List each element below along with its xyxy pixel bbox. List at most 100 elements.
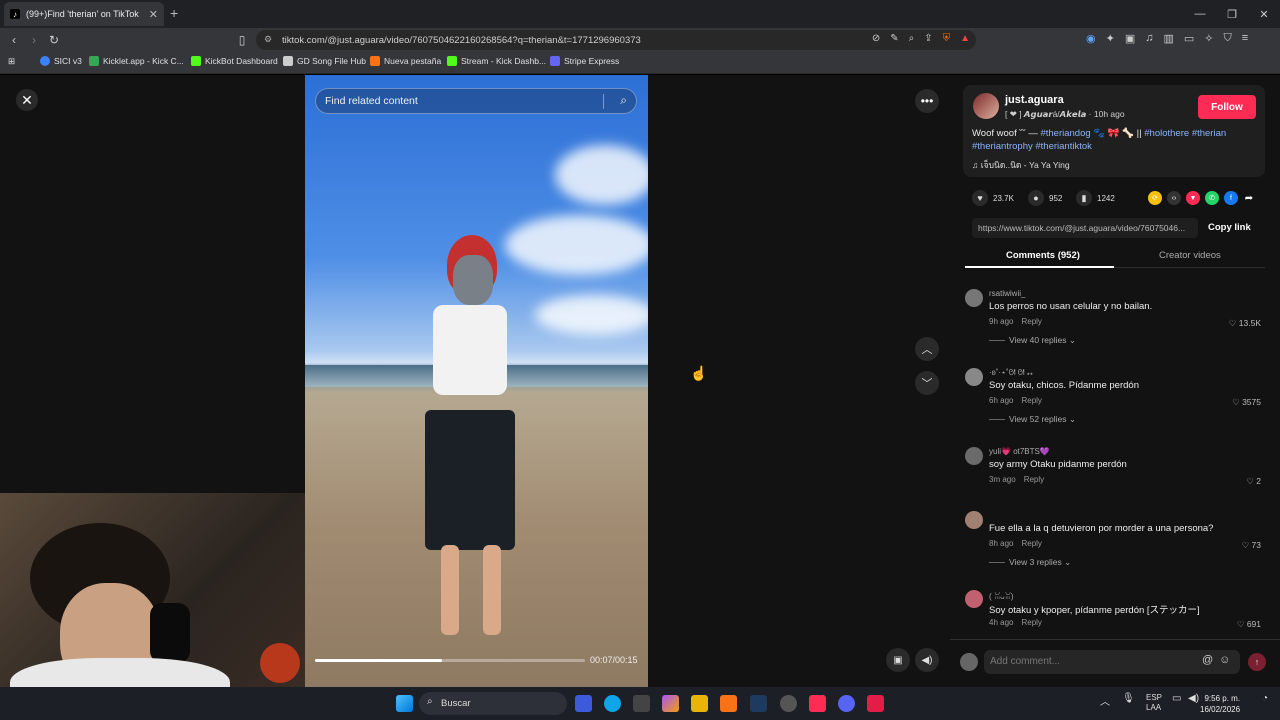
reply-button[interactable]: Reply xyxy=(1024,475,1044,484)
extensions-icon[interactable]: ✦ xyxy=(1106,32,1115,45)
comment-author[interactable]: ( ꈍᴗꈍ) xyxy=(989,590,1014,601)
taskbar-search[interactable]: ⌕ Buscar xyxy=(419,692,567,715)
video-player[interactable]: Find related content ⌕ 00:07/00:15 xyxy=(305,75,648,687)
folder-icon[interactable] xyxy=(691,695,708,712)
url-field[interactable]: ⚙ tiktok.com/@just.aguara/video/76075046… xyxy=(256,30,976,50)
tab-creator-videos[interactable]: Creator videos xyxy=(1159,250,1221,261)
bookmark-item[interactable]: SICI v3 xyxy=(40,56,82,66)
sidebar-icon[interactable]: ▥ xyxy=(1163,32,1173,45)
music-track[interactable]: ♫ เจ็บนิด..นิด - Ya Ya Ying xyxy=(972,158,1070,172)
app-icon[interactable] xyxy=(780,695,797,712)
reply-button[interactable]: Reply xyxy=(1021,539,1041,548)
comment-like[interactable]: ♡ 691 xyxy=(1237,619,1261,630)
more-share-icon[interactable]: ➦ xyxy=(1242,191,1256,205)
comment-author[interactable]: ·ʚ˚·⋆˚ᘛ ᘛ ⁎⁎ xyxy=(989,368,1033,378)
alert-icon[interactable]: ▲ xyxy=(960,33,970,44)
tiktok-icon[interactable] xyxy=(809,695,826,712)
view-replies-button[interactable]: View 40 replies ⌄ xyxy=(989,335,1076,346)
close-window-icon[interactable]: ✕ xyxy=(1248,0,1280,28)
windows-start-icon[interactable] xyxy=(396,695,413,712)
language-indicator[interactable]: ESP LAA xyxy=(1146,693,1162,713)
wallet-icon[interactable]: ▭ xyxy=(1184,32,1194,45)
store-icon[interactable] xyxy=(633,695,650,712)
comment-like[interactable]: ♡ 3575 xyxy=(1232,397,1261,408)
comment-author[interactable]: rsatiwiwii_ xyxy=(989,289,1025,298)
mention-icon[interactable]: @ xyxy=(1202,654,1213,666)
apps-icon[interactable]: ⊞ xyxy=(8,56,15,67)
tab-comments[interactable]: Comments (952) xyxy=(1006,250,1080,261)
embed-icon[interactable]: ‹› xyxy=(1167,191,1181,205)
close-tab-icon[interactable]: ✕ xyxy=(149,8,158,21)
avatar[interactable] xyxy=(965,590,983,608)
avatar[interactable] xyxy=(965,447,983,465)
comment-like[interactable]: ♡ 73 xyxy=(1242,540,1261,551)
mute-icon[interactable]: ⊘ xyxy=(872,33,880,44)
follow-button[interactable]: Follow xyxy=(1198,95,1256,119)
new-tab-button[interactable]: + xyxy=(170,5,178,21)
facebook-icon[interactable]: f xyxy=(1224,191,1238,205)
find-related-search[interactable]: Find related content ⌕ xyxy=(315,88,637,114)
save-stat[interactable]: ▮ 1242 xyxy=(1076,190,1115,206)
avatar[interactable] xyxy=(973,93,999,119)
next-video-icon[interactable]: ﹀ xyxy=(915,371,939,395)
bookmark-item[interactable]: Stripe Express xyxy=(550,56,619,66)
search-icon[interactable]: ⌕ xyxy=(620,93,627,108)
avatar[interactable] xyxy=(965,511,983,529)
audio-icon[interactable]: ◉ xyxy=(1086,32,1096,45)
speaker-icon[interactable]: ◀) xyxy=(1188,693,1199,704)
edge-icon[interactable] xyxy=(604,695,621,712)
reply-button[interactable]: Reply xyxy=(1021,317,1041,326)
mini-player-icon[interactable]: ▣ xyxy=(886,648,910,672)
comment-like[interactable]: ♡ 2 xyxy=(1246,476,1261,487)
bookmark-item[interactable]: KickBot Dashboard xyxy=(191,56,278,66)
close-video-button[interactable]: ✕ xyxy=(16,89,38,111)
vpn-icon[interactable]: ⛉ xyxy=(1224,32,1232,45)
back-icon[interactable]: ‹ xyxy=(6,32,22,48)
bookmark-item[interactable]: Nueva pestaña xyxy=(370,56,441,66)
notification-icon[interactable]: ◔ xyxy=(1262,693,1268,704)
hashtag[interactable]: #theriantrophy xyxy=(972,141,1033,152)
comment-author[interactable]: yuli💗 ot7BTS💜 xyxy=(989,447,1050,456)
whatsapp-icon[interactable]: ✆ xyxy=(1205,191,1219,205)
screenshot-icon[interactable]: ▣ xyxy=(1125,32,1135,45)
repost-icon[interactable]: ⟳ xyxy=(1148,191,1162,205)
edit-icon[interactable]: ✎ xyxy=(890,33,898,44)
send-comment-icon[interactable]: ↑ xyxy=(1248,653,1266,671)
share-link-field[interactable]: https://www.tiktok.com/@just.aguara/vide… xyxy=(972,218,1198,238)
forward-icon[interactable]: › xyxy=(26,32,42,48)
copy-link-button[interactable]: Copy link xyxy=(1208,222,1251,233)
site-info-icon[interactable]: ⚙ xyxy=(264,34,272,45)
minimize-icon[interactable]: — xyxy=(1184,0,1216,28)
app-icon[interactable] xyxy=(867,695,884,712)
bookmark-icon[interactable]: ▯ xyxy=(234,32,250,48)
ai-icon[interactable]: ✧ xyxy=(1204,32,1213,45)
hashtag[interactable]: #theriantiktok xyxy=(1035,141,1092,152)
share-icon[interactable]: ⇪ xyxy=(924,33,932,44)
bookmark-item[interactable]: Stream - Kick Dashb... xyxy=(447,56,546,66)
avatar[interactable] xyxy=(965,289,983,307)
comment-like[interactable]: ♡ 13.5K xyxy=(1229,318,1261,329)
brave-icon[interactable] xyxy=(720,695,737,712)
emoji-icon[interactable]: ☺ xyxy=(1219,654,1230,666)
copilot-icon[interactable] xyxy=(662,695,679,712)
view-replies-button[interactable]: View 3 replies ⌄ xyxy=(989,557,1071,568)
volume-icon[interactable]: ◀) xyxy=(915,648,939,672)
restore-icon[interactable]: ❐ xyxy=(1216,0,1248,28)
discord-icon[interactable] xyxy=(838,695,855,712)
chevron-up-icon[interactable]: ︿ xyxy=(1100,693,1110,708)
browser-tab[interactable]: ♪ (99+)Find 'therian' on TikTok ✕ xyxy=(4,2,164,26)
system-clock[interactable]: 9:56 p. m. 16/02/2026 xyxy=(1200,693,1240,715)
music-icon[interactable]: ♫ xyxy=(1145,32,1153,45)
hashtag[interactable]: #theriandog xyxy=(1040,128,1090,139)
bookmark-item[interactable]: GD Song File Hub xyxy=(283,56,366,66)
menu-icon[interactable]: ≡ xyxy=(1242,32,1248,45)
video-progress-bar[interactable] xyxy=(315,659,585,662)
microphone-icon[interactable]: 🎙 xyxy=(1122,693,1135,704)
hashtag[interactable]: #holothere xyxy=(1144,128,1189,139)
app-icon[interactable] xyxy=(575,695,592,712)
shield-icon[interactable]: ⛨ xyxy=(943,33,951,44)
username[interactable]: just.aguara xyxy=(1005,94,1064,106)
reload-icon[interactable]: ↻ xyxy=(46,32,62,48)
zoom-icon[interactable]: ⌕ xyxy=(909,33,915,44)
more-options-icon[interactable]: ••• xyxy=(915,89,939,113)
